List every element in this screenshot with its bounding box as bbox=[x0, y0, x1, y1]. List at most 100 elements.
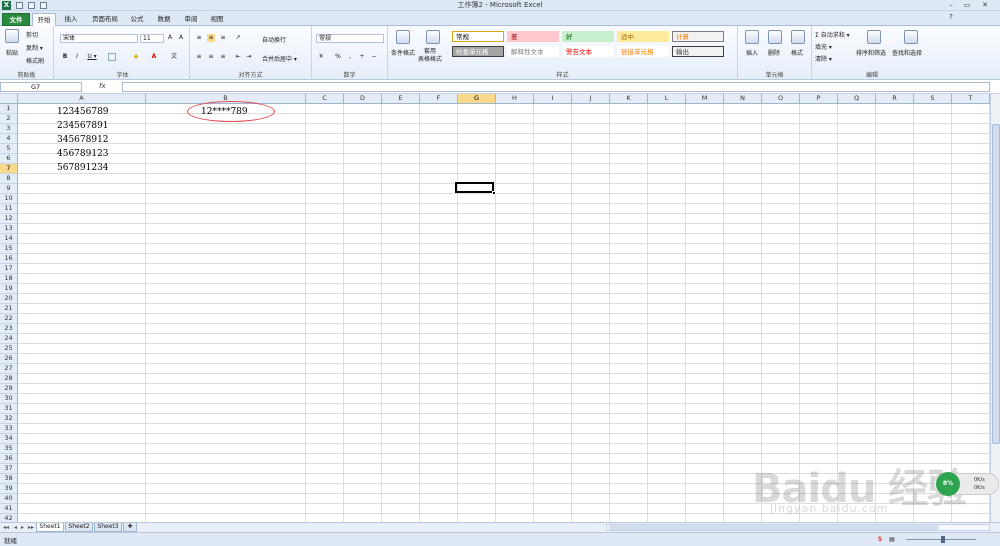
underline-button[interactable]: U ▾ bbox=[85, 53, 99, 61]
row-header-18[interactable]: 18 bbox=[0, 274, 18, 284]
format-cells-button[interactable]: 格式 bbox=[791, 48, 803, 57]
redo-icon[interactable] bbox=[40, 2, 47, 9]
autosum-button[interactable]: Σ 自动求和 ▾ bbox=[815, 30, 850, 39]
row-header-29[interactable]: 29 bbox=[0, 384, 18, 394]
sort-filter-button[interactable]: 排序和筛选 bbox=[856, 48, 886, 57]
comma-button[interactable]: , bbox=[346, 53, 354, 61]
row-header-30[interactable]: 30 bbox=[0, 394, 18, 404]
row-header-16[interactable]: 16 bbox=[0, 254, 18, 264]
cell-style-5[interactable]: 检查单元格 bbox=[452, 46, 504, 57]
tab-view[interactable]: 视图 bbox=[206, 13, 228, 26]
decrease-decimal-icon[interactable]: − bbox=[370, 53, 378, 61]
shrink-font-icon[interactable]: A bbox=[177, 34, 185, 42]
currency-icon[interactable]: ¥ bbox=[317, 53, 325, 61]
clear-button[interactable]: 清除 ▾ bbox=[815, 54, 832, 63]
decrease-indent-icon[interactable]: ⇤ bbox=[234, 53, 242, 61]
save-icon[interactable] bbox=[16, 2, 23, 9]
column-header-a[interactable]: A bbox=[18, 94, 146, 104]
column-header-n[interactable]: N bbox=[724, 94, 762, 104]
conditional-format-icon[interactable] bbox=[396, 30, 410, 44]
horizontal-scrollbar[interactable] bbox=[606, 524, 990, 531]
row-header-39[interactable]: 39 bbox=[0, 484, 18, 494]
row-header-3[interactable]: 3 bbox=[0, 124, 18, 134]
find-select-icon[interactable] bbox=[904, 30, 918, 44]
tab-page-layout[interactable]: 页面布局 bbox=[88, 13, 122, 26]
column-header-l[interactable]: L bbox=[648, 94, 686, 104]
insert-sheet-icon[interactable]: ✚ bbox=[123, 523, 137, 532]
format-as-table-button[interactable]: 套用 表格格式 bbox=[418, 48, 442, 64]
input-method-icon[interactable]: S bbox=[876, 536, 884, 544]
font-name-select[interactable]: 宋体 bbox=[60, 34, 138, 43]
merge-center-button[interactable]: 合并后居中 ▾ bbox=[262, 54, 297, 63]
sheet-tab-2[interactable]: Sheet2 bbox=[65, 523, 93, 532]
italic-button[interactable]: I bbox=[73, 53, 81, 61]
column-header-p[interactable]: P bbox=[800, 94, 838, 104]
row-header-34[interactable]: 34 bbox=[0, 434, 18, 444]
column-header-e[interactable]: E bbox=[382, 94, 420, 104]
sheet-tab-3[interactable]: Sheet3 bbox=[94, 523, 122, 532]
conditional-format-button[interactable]: 条件格式 bbox=[391, 48, 415, 57]
number-format-select[interactable]: 常规 bbox=[316, 34, 384, 43]
align-middle-icon[interactable]: ≡ bbox=[207, 34, 215, 42]
row-header-23[interactable]: 23 bbox=[0, 324, 18, 334]
format-painter-button[interactable]: 格式刷 bbox=[26, 56, 44, 65]
row-header-28[interactable]: 28 bbox=[0, 374, 18, 384]
zoom-slider[interactable] bbox=[906, 536, 976, 543]
sheet-tab-1[interactable]: Sheet1 bbox=[36, 523, 64, 532]
row-header-22[interactable]: 22 bbox=[0, 314, 18, 324]
row-header-6[interactable]: 6 bbox=[0, 154, 18, 164]
copy-button[interactable]: 复制 ▾ bbox=[26, 43, 43, 52]
tab-home[interactable]: 开始 bbox=[32, 13, 56, 26]
row-header-19[interactable]: 19 bbox=[0, 284, 18, 294]
row-header-13[interactable]: 13 bbox=[0, 224, 18, 234]
row-header-40[interactable]: 40 bbox=[0, 494, 18, 504]
column-header-m[interactable]: M bbox=[686, 94, 724, 104]
insert-cells-icon[interactable] bbox=[745, 30, 759, 44]
column-header-d[interactable]: D bbox=[344, 94, 382, 104]
cell-style-8[interactable]: 链接单元格 bbox=[617, 46, 669, 57]
insert-cells-button[interactable]: 插入 bbox=[746, 48, 758, 57]
column-header-f[interactable]: F bbox=[420, 94, 458, 104]
row-header-1[interactable]: 1 bbox=[0, 104, 18, 114]
tab-file[interactable]: 文件 bbox=[2, 13, 30, 26]
column-header-o[interactable]: O bbox=[762, 94, 800, 104]
delete-cells-button[interactable]: 删除 bbox=[768, 48, 780, 57]
sort-filter-icon[interactable] bbox=[867, 30, 881, 44]
increase-decimal-icon[interactable]: + bbox=[358, 53, 366, 61]
delete-cells-icon[interactable] bbox=[768, 30, 782, 44]
page-layout-view-icon[interactable]: ▤ bbox=[888, 536, 896, 544]
font-size-select[interactable]: 11 bbox=[140, 34, 164, 43]
align-left-icon[interactable]: ≡ bbox=[195, 53, 203, 61]
column-header-i[interactable]: I bbox=[534, 94, 572, 104]
active-cell-g7[interactable] bbox=[455, 182, 494, 193]
cut-button[interactable]: 剪切 bbox=[26, 30, 38, 39]
row-header-2[interactable]: 2 bbox=[0, 114, 18, 124]
row-header-17[interactable]: 17 bbox=[0, 264, 18, 274]
row-header-8[interactable]: 8 bbox=[0, 174, 18, 184]
orientation-icon[interactable]: ↗ bbox=[234, 34, 242, 42]
paste-button[interactable]: 粘贴 bbox=[6, 48, 18, 57]
row-header-38[interactable]: 38 bbox=[0, 474, 18, 484]
row-header-42[interactable]: 42 bbox=[0, 514, 18, 522]
row-header-25[interactable]: 25 bbox=[0, 344, 18, 354]
insert-function-button[interactable]: fx bbox=[99, 82, 106, 90]
row-header-41[interactable]: 41 bbox=[0, 504, 18, 514]
row-header-15[interactable]: 15 bbox=[0, 244, 18, 254]
column-header-k[interactable]: K bbox=[610, 94, 648, 104]
align-bottom-icon[interactable]: ≡ bbox=[219, 34, 227, 42]
undo-icon[interactable] bbox=[28, 2, 35, 9]
row-header-7[interactable]: 7 bbox=[0, 164, 18, 174]
row-header-27[interactable]: 27 bbox=[0, 364, 18, 374]
column-header-h[interactable]: H bbox=[496, 94, 534, 104]
vertical-scroll-thumb[interactable] bbox=[992, 124, 1000, 444]
cell-style-1[interactable]: 差 bbox=[507, 31, 559, 42]
column-header-q[interactable]: Q bbox=[838, 94, 876, 104]
row-header-36[interactable]: 36 bbox=[0, 454, 18, 464]
worksheet-grid[interactable]: A B C D E F G H I J K L M N O P Q R S T 1 2 3 4 5 6 7 8 9 10 11 12 13 14 1… bbox=[0, 94, 1000, 522]
cell-style-9[interactable]: 输出 bbox=[672, 46, 724, 57]
cell-a5[interactable]: 567891234 bbox=[57, 163, 109, 173]
row-header-33[interactable]: 33 bbox=[0, 424, 18, 434]
row-header-5[interactable]: 5 bbox=[0, 144, 18, 154]
column-header-s[interactable]: S bbox=[914, 94, 952, 104]
row-header-11[interactable]: 11 bbox=[0, 204, 18, 214]
